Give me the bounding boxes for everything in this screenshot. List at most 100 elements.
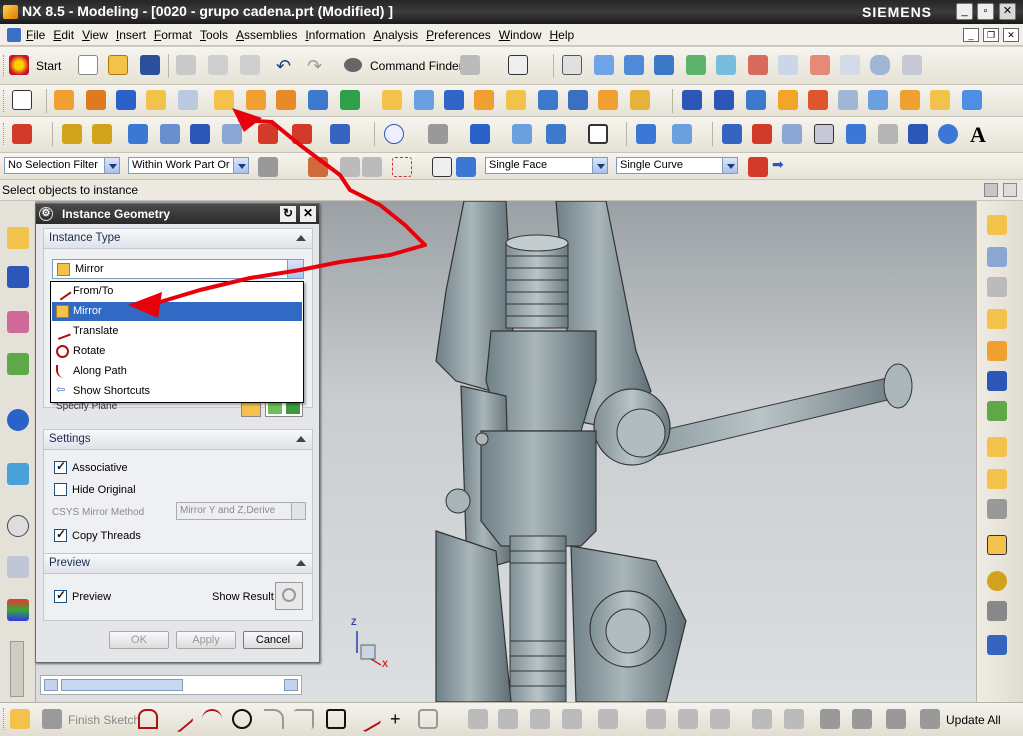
menu-tools[interactable]: Tools xyxy=(200,28,236,42)
move-layer-icon[interactable] xyxy=(752,124,772,144)
snap-icon[interactable] xyxy=(190,124,210,144)
finish-sketch-icon[interactable] xyxy=(42,709,62,729)
select-body-icon[interactable] xyxy=(456,157,476,177)
process-studio-icon[interactable] xyxy=(7,599,29,621)
option-from-to[interactable]: From/To xyxy=(52,282,302,301)
command-finder-icon[interactable] xyxy=(344,58,362,72)
sew-icon[interactable] xyxy=(568,90,588,110)
text-icon[interactable]: A xyxy=(970,122,986,148)
surface-icon-7[interactable] xyxy=(778,55,798,75)
extend-icon[interactable] xyxy=(498,709,518,729)
assembly-navigator-icon[interactable] xyxy=(7,227,29,249)
assembly-icon-8[interactable] xyxy=(987,437,1007,457)
restore-button[interactable]: ▫ xyxy=(977,3,994,20)
profile-icon[interactable] xyxy=(138,709,158,729)
assembly-filter-icon[interactable] xyxy=(258,157,278,177)
measure-angle-icon[interactable] xyxy=(92,124,112,144)
spiral-icon[interactable] xyxy=(908,124,928,144)
menu-edit[interactable]: Edit xyxy=(53,28,82,42)
face-rule-dropdown[interactable]: Single Face xyxy=(485,157,608,174)
sketch-rectangle-icon[interactable] xyxy=(326,709,346,729)
move-object-icon[interactable] xyxy=(128,124,148,144)
chevron-down-icon[interactable] xyxy=(287,260,303,278)
assembly-icon-13[interactable] xyxy=(987,635,1007,655)
blank-icon[interactable] xyxy=(846,124,866,144)
boss-icon[interactable] xyxy=(178,90,198,110)
instance-type-dropdown[interactable]: Mirror xyxy=(52,259,304,279)
cut-icon[interactable] xyxy=(176,55,196,75)
save-icon[interactable] xyxy=(140,55,160,75)
assembly-icon-7[interactable] xyxy=(987,401,1007,421)
point-icon[interactable] xyxy=(222,124,242,144)
reset-icon[interactable]: ↻ xyxy=(280,206,296,222)
status-icon-2[interactable] xyxy=(1003,183,1017,197)
revolve-icon[interactable] xyxy=(86,90,106,110)
reattach-icon[interactable] xyxy=(820,709,840,729)
delay-evaluation-icon[interactable] xyxy=(852,709,872,729)
grid-icon[interactable] xyxy=(878,124,898,144)
curve-rule-dropdown[interactable]: Single Curve xyxy=(616,157,738,174)
associative-checkbox[interactable] xyxy=(54,459,67,474)
arc-icon[interactable] xyxy=(292,124,312,144)
hole-icon[interactable] xyxy=(146,90,166,110)
surface-icon-6[interactable] xyxy=(748,55,768,75)
corner-icon[interactable] xyxy=(562,709,582,729)
tube-icon[interactable] xyxy=(870,55,890,75)
surface-icon-10[interactable] xyxy=(902,55,922,75)
sketch-chamfer-icon[interactable] xyxy=(294,709,314,729)
sketch-polygon-icon[interactable] xyxy=(418,709,438,729)
snap-mid-icon[interactable] xyxy=(362,157,382,177)
emboss-icon[interactable] xyxy=(598,90,618,110)
navigator-scrollbar[interactable] xyxy=(40,675,302,695)
background-icon[interactable] xyxy=(588,124,608,144)
menu-window[interactable]: Window xyxy=(499,28,550,42)
line-icon[interactable] xyxy=(258,124,278,144)
snap-end-icon[interactable] xyxy=(340,157,360,177)
hide-original-checkbox[interactable] xyxy=(54,483,67,496)
dimension-icon[interactable] xyxy=(330,124,350,144)
menu-insert[interactable]: Insert xyxy=(116,28,154,42)
wcs-icon[interactable] xyxy=(636,124,656,144)
menu-help[interactable]: Help xyxy=(549,28,582,42)
menu-view[interactable]: View xyxy=(82,28,116,42)
dialog-title-bar[interactable]: ⚙ Instance Geometry ↻ ✕ xyxy=(36,204,319,224)
draft-icon[interactable] xyxy=(444,90,464,110)
rapid-dimension-icon[interactable] xyxy=(598,709,618,729)
gear-icon[interactable]: ⚙ xyxy=(39,207,53,221)
option-show-shortcuts[interactable]: ⇦ Show Shortcuts xyxy=(52,382,302,401)
apply-button[interactable]: Apply xyxy=(176,631,236,649)
show-hide-icon[interactable] xyxy=(782,124,802,144)
synchronous-icon-6[interactable] xyxy=(838,90,858,110)
trim-icon[interactable] xyxy=(468,709,488,729)
synchronous-icon-2[interactable] xyxy=(714,90,734,110)
surface-icon-8[interactable] xyxy=(810,55,830,75)
surface-icon-9[interactable] xyxy=(840,55,860,75)
synchronous-icon-10[interactable] xyxy=(962,90,982,110)
offset-curve-icon[interactable] xyxy=(530,709,550,729)
command-finder-button[interactable]: Command Finder xyxy=(370,59,463,73)
surface-icon-4[interactable] xyxy=(686,55,706,75)
assembly-icon-5[interactable] xyxy=(987,341,1007,361)
circle-icon[interactable] xyxy=(938,124,958,144)
close-button[interactable]: ✕ xyxy=(999,3,1016,20)
dialog-close-button[interactable]: ✕ xyxy=(300,206,316,222)
constraint-icon-3[interactable] xyxy=(710,709,730,729)
menu-assemblies[interactable]: Assemblies xyxy=(236,28,305,42)
csys-mirror-method-dropdown[interactable]: Mirror Y and Z,Derive xyxy=(176,502,306,520)
copy-threads-checkbox[interactable] xyxy=(54,527,67,542)
option-rotate[interactable]: Rotate xyxy=(52,342,302,361)
menu-format[interactable]: Format xyxy=(154,28,200,42)
settings-header[interactable]: Settings xyxy=(44,430,312,450)
constraint-icon-2[interactable] xyxy=(678,709,698,729)
menu-file[interactable]: File xyxy=(26,28,53,42)
paste-icon[interactable] xyxy=(240,55,260,75)
edit-section-icon[interactable] xyxy=(546,124,566,144)
scroll-thumb[interactable] xyxy=(61,679,183,691)
sketch-circle-icon[interactable] xyxy=(232,709,252,729)
measure-distance-icon[interactable] xyxy=(62,124,82,144)
datum-icon[interactable] xyxy=(340,90,360,110)
menu-information[interactable]: Information xyxy=(305,28,373,42)
assembly-icon-2[interactable] xyxy=(987,247,1007,267)
document-icon[interactable] xyxy=(7,28,21,42)
offset-face-icon[interactable] xyxy=(506,90,526,110)
